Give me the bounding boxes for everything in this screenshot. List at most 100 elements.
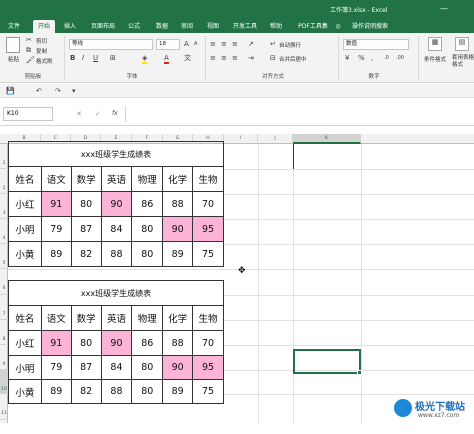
font-color-icon[interactable]: A: [164, 54, 169, 64]
table-cell[interactable]: 91: [40, 191, 72, 217]
align-left-icon[interactable]: ≡: [210, 54, 216, 62]
table-cell[interactable]: 87: [70, 216, 102, 242]
shrink-font-icon[interactable]: A: [194, 40, 197, 48]
table-header-cell[interactable]: 姓名: [8, 166, 42, 192]
tab-insert[interactable]: 插入: [60, 20, 80, 33]
row-header-11[interactable]: 11: [0, 394, 8, 420]
table-format-button[interactable]: 套用表格格式: [452, 55, 474, 69]
decrease-decimal-icon[interactable]: .00: [396, 54, 404, 62]
table-cell[interactable]: 87: [70, 355, 102, 380]
row-header-6[interactable]: 6: [0, 269, 8, 295]
name-box[interactable]: K10: [3, 107, 53, 121]
row-header-8[interactable]: 8: [0, 320, 8, 345]
row-header-3[interactable]: 3: [0, 194, 8, 219]
align-right-icon[interactable]: ≡: [232, 54, 238, 62]
save-icon[interactable]: 💾: [6, 87, 15, 95]
table-cell[interactable]: 90: [162, 216, 194, 242]
table-cell[interactable]: 80: [131, 355, 164, 380]
table-cell[interactable]: 80: [70, 330, 102, 356]
table-cell[interactable]: 90: [100, 330, 133, 356]
table-cell[interactable]: 89: [40, 379, 72, 404]
row-header-5[interactable]: 5: [0, 244, 8, 269]
increase-decimal-icon[interactable]: .0: [384, 54, 389, 62]
table-cell[interactable]: 86: [131, 191, 164, 217]
table-header-cell[interactable]: 英语: [100, 305, 133, 331]
table-header-cell[interactable]: 语文: [40, 305, 72, 331]
table-header-cell[interactable]: 化学: [162, 166, 194, 192]
redo-icon[interactable]: ↷: [55, 87, 61, 95]
column-header-k[interactable]: K: [293, 134, 361, 144]
fill-color-icon[interactable]: ◈: [142, 54, 148, 64]
table-cell[interactable]: 75: [192, 379, 224, 404]
table-cell[interactable]: 82: [70, 379, 102, 404]
table-cell[interactable]: 86: [131, 330, 164, 356]
table-header-cell[interactable]: 化学: [162, 305, 194, 331]
percent-icon[interactable]: %: [358, 54, 365, 62]
table-header-cell[interactable]: 姓名: [8, 305, 42, 331]
row-header-4[interactable]: 4: [0, 219, 8, 244]
table-header-cell[interactable]: 数学: [70, 166, 102, 192]
table-cell[interactable]: 70: [192, 191, 224, 217]
table-cell[interactable]: 89: [162, 379, 194, 404]
align-bottom-icon[interactable]: ≡: [232, 40, 238, 48]
tab-data[interactable]: 数据: [152, 20, 172, 33]
table-cell[interactable]: 75: [192, 241, 224, 267]
bold-button[interactable]: B: [70, 54, 75, 62]
tab-home[interactable]: 开始: [33, 20, 55, 33]
fill-handle[interactable]: [357, 370, 362, 375]
table-cell[interactable]: 小明: [8, 216, 42, 242]
tab-page-layout[interactable]: 页面布局: [86, 20, 120, 33]
tab-help[interactable]: 帮助: [266, 20, 286, 33]
table-cell[interactable]: 95: [192, 216, 224, 242]
paste-button[interactable]: 粘贴: [8, 55, 19, 63]
table-header-cell[interactable]: 物理: [131, 166, 164, 192]
undo-icon[interactable]: ↶: [36, 87, 42, 95]
table-cell[interactable]: 80: [131, 216, 164, 242]
table-header-cell[interactable]: 物理: [131, 305, 164, 331]
table-cell[interactable]: 84: [100, 216, 133, 242]
cut-button[interactable]: 剪切: [36, 37, 47, 45]
table-cell[interactable]: 91: [40, 330, 72, 356]
table-cell[interactable]: 80: [131, 241, 164, 267]
table-header-cell[interactable]: 生物: [192, 166, 224, 192]
table-cell[interactable]: 88: [100, 379, 133, 404]
tab-review[interactable]: 审阅: [177, 20, 197, 33]
column-header-i[interactable]: I: [224, 134, 258, 144]
table-header-cell[interactable]: 英语: [100, 166, 133, 192]
table-cell[interactable]: 小黄: [8, 379, 42, 404]
table-cell[interactable]: 小明: [8, 355, 42, 380]
cancel-icon[interactable]: ✕: [76, 110, 82, 118]
table-cell[interactable]: 84: [100, 355, 133, 380]
number-format-select[interactable]: 数值: [343, 39, 409, 50]
table-cell[interactable]: 79: [40, 216, 72, 242]
table-cell[interactable]: 70: [192, 330, 224, 356]
align-center-icon[interactable]: ≡: [221, 54, 227, 62]
table-cell[interactable]: 88: [162, 191, 194, 217]
table-header-cell[interactable]: 数学: [70, 305, 102, 331]
table-cell[interactable]: 90: [100, 191, 133, 217]
selected-cell-k10[interactable]: [293, 349, 361, 374]
row-header-9[interactable]: 9: [0, 345, 8, 370]
italic-button[interactable]: I: [82, 54, 84, 62]
table-cell[interactable]: 88: [162, 330, 194, 356]
confirm-icon[interactable]: ✓: [95, 110, 101, 118]
format-painter-button[interactable]: 格式刷: [36, 57, 53, 65]
tab-developer[interactable]: 开发工具: [228, 20, 262, 33]
table-cell[interactable]: 89: [162, 241, 194, 267]
table-cell[interactable]: 80: [70, 191, 102, 217]
function-icon[interactable]: fx: [112, 110, 118, 118]
currency-icon[interactable]: ¥: [345, 54, 349, 62]
comma-icon[interactable]: ,: [371, 54, 373, 62]
table-header-cell[interactable]: 语文: [40, 166, 72, 192]
table-cell[interactable]: 82: [70, 241, 102, 267]
table-cell[interactable]: 90: [162, 355, 194, 380]
align-middle-icon[interactable]: ≡: [221, 40, 227, 48]
table-title[interactable]: xxx班级学生成绩表: [8, 280, 224, 306]
table-cell[interactable]: 88: [100, 241, 133, 267]
phonetic-icon[interactable]: 文: [184, 54, 191, 62]
table-cell[interactable]: 95: [192, 355, 224, 380]
table-cell[interactable]: 89: [40, 241, 72, 267]
font-name-select[interactable]: 等线: [69, 39, 153, 50]
underline-button[interactable]: U: [93, 54, 98, 62]
formula-input[interactable]: [130, 107, 470, 121]
